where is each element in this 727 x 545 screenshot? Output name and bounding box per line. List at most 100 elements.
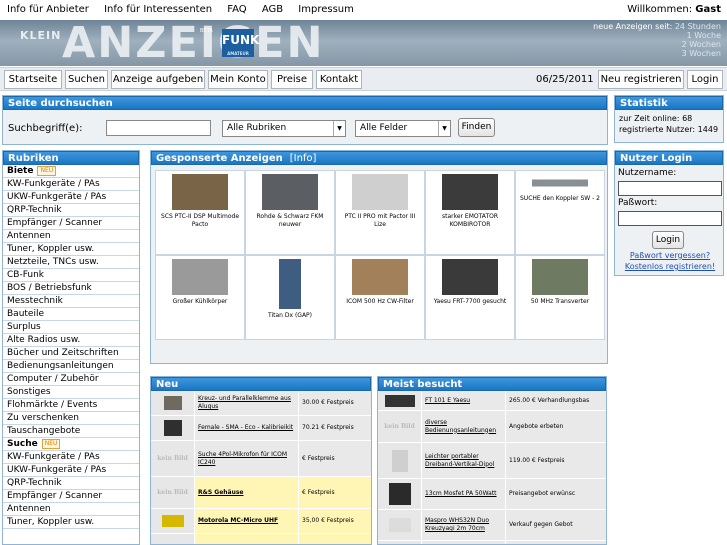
list-item[interactable]: kein BildDiamont X50 (2m/70cm)25,00 € Fe…	[151, 534, 371, 544]
rubrik-item[interactable]: Tuner, Koppler usw.	[3, 516, 139, 529]
ad-photo[interactable]	[172, 259, 228, 295]
ad-caption[interactable]: 50 MHz Transverter	[516, 298, 604, 306]
ad-thumbnail[interactable]	[151, 416, 195, 440]
ad-photo[interactable]	[172, 174, 228, 210]
sponsored-ad[interactable]: SUCHE den Koppler SW - 2	[515, 170, 605, 255]
list-item[interactable]: Motorola MC-Micro UHF 35,00 € Festpreis	[151, 509, 371, 534]
ad-caption[interactable]: PTC II PRO mit Pactor III Lize	[336, 213, 424, 229]
ad-thumbnail[interactable]: kein Bild	[378, 411, 422, 442]
ad-thumbnail[interactable]: kein Bild	[151, 477, 195, 508]
list-item[interactable]: Maspro WHS32N Duo Kreuzyagi 2m 70cm Verka…	[378, 510, 606, 541]
ad-photo[interactable]	[532, 174, 588, 192]
group-suche[interactable]: Suche NEU	[3, 438, 139, 451]
ad-title-link[interactable]: Motorola MC-Micro UHF	[195, 509, 299, 533]
sponsored-ad[interactable]: Titan Dx (GAP)	[245, 255, 335, 340]
ad-caption[interactable]: ICOM 500 Hz CW-Filter	[336, 298, 424, 306]
search-button[interactable]: Finden	[458, 118, 495, 137]
ad-caption[interactable]: SUCHE den Koppler SW - 2	[516, 195, 604, 203]
ad-title-link[interactable]: Female - SMA - Eco - Kalibrieikit	[195, 416, 299, 440]
new-ads-3w[interactable]: 3 Wochen	[593, 49, 721, 58]
rubrik-item[interactable]: Bücher und Zeitschriften	[3, 347, 139, 360]
sponsored-ad[interactable]: PTC II PRO mit Pactor III Lize	[335, 170, 425, 255]
ad-thumbnail[interactable]	[378, 479, 422, 509]
sponsored-ad[interactable]: ICOM 500 Hz CW-Filter	[335, 255, 425, 340]
ad-photo[interactable]	[442, 174, 498, 210]
rubrik-item[interactable]: Bedienungsanleitungen	[3, 360, 139, 373]
ad-thumbnail[interactable]	[378, 541, 422, 544]
sponsored-ad[interactable]: starker EMOTATOR KOMBIROTOR	[425, 170, 515, 255]
link-agb[interactable]: AGB	[262, 4, 283, 15]
rubrik-item[interactable]: KW-Funkgeräte / PAs	[3, 178, 139, 191]
ad-title-link[interactable]: Kreuz- und Parallelklemme aus Alugus	[195, 391, 299, 415]
ad-thumbnail[interactable]	[378, 510, 422, 540]
nav-login[interactable]: Login	[687, 70, 723, 89]
rubrik-item[interactable]: Netzteile, TNCs usw.	[3, 256, 139, 269]
ad-title-link[interactable]: Leichter portabler Dreiband-Vertikal-Dip…	[422, 443, 506, 478]
nav-anzeige-aufgeben[interactable]: Anzeige aufgeben	[111, 70, 205, 89]
rubrik-item[interactable]: Zu verschenken	[3, 412, 139, 425]
rubrik-item[interactable]: Antennen	[3, 503, 139, 516]
rubrik-item[interactable]: QRP-Technik	[3, 477, 139, 490]
rubrik-item[interactable]: Sonstiges	[3, 386, 139, 399]
list-item[interactable]: Female - SMA - Eco - Kalibrieikit 70.21 €…	[151, 416, 371, 441]
logo-anzeigen[interactable]: ANZEIGEN	[62, 20, 324, 66]
ad-title-link[interactable]: Diverse Coaxial Relay-NEU-	[422, 541, 506, 544]
new-ads-2w[interactable]: 2 Wochen	[593, 40, 721, 49]
password-field[interactable]	[618, 211, 722, 226]
rubrik-item[interactable]: Tauschangebote	[3, 425, 139, 438]
rubrik-item[interactable]: Messtechnik	[3, 295, 139, 308]
sponsored-ad[interactable]: SCS PTC-II DSP Multimode Pacto	[155, 170, 245, 255]
ad-caption[interactable]: Großer Kühlkörper	[156, 298, 244, 306]
ad-caption[interactable]: Titan Dx (GAP)	[246, 312, 334, 320]
rubrik-item[interactable]: Antennen	[3, 230, 139, 243]
nav-kontakt[interactable]: Kontakt	[316, 70, 362, 89]
rubrik-item[interactable]: CB-Funk	[3, 269, 139, 282]
ad-thumbnail[interactable]	[378, 443, 422, 478]
list-item[interactable]: Kreuz- und Parallelklemme aus Alugus 30.0…	[151, 391, 371, 416]
nav-suchen[interactable]: Suchen	[65, 70, 108, 89]
forgot-password-link[interactable]: Paßwort vergessen?	[615, 251, 725, 260]
ad-caption[interactable]: Yaesu FRT-7700 gesucht	[426, 298, 514, 306]
rubrik-item[interactable]: UKW-Funkgeräte / PAs	[3, 191, 139, 204]
nav-startseite[interactable]: Startseite	[4, 70, 62, 89]
ad-caption[interactable]: Rohde & Schwarz FKM neuwer	[246, 213, 334, 229]
feld-select[interactable]: Alle Felder ▼	[355, 120, 451, 137]
username-field[interactable]	[618, 181, 722, 196]
login-button[interactable]: Login	[652, 231, 684, 249]
sponsored-ad[interactable]: Rohde & Schwarz FKM neuwer	[245, 170, 335, 255]
ad-title-link[interactable]: diverse Bedienungsanleitungen	[422, 411, 506, 442]
list-item[interactable]: kein Bild Suche 4Pol-Mikrofon für ICOM IC…	[151, 441, 371, 477]
ad-photo[interactable]	[262, 174, 318, 210]
ad-photo[interactable]	[532, 259, 588, 295]
ad-title-link[interactable]: R&S Gehäuse	[195, 477, 299, 508]
new-ads-24h[interactable]: 24 Stunden	[675, 22, 721, 31]
group-biete[interactable]: Biete NEU	[3, 165, 139, 178]
link-info-anbieter[interactable]: Info für Anbieter	[7, 4, 89, 15]
ad-photo[interactable]	[442, 259, 498, 295]
list-item[interactable]: kein Bild R&S Gehäuse € Festpreis	[151, 477, 371, 509]
ad-title-link[interactable]: Suche 4Pol-Mikrofon für ICOM IC240	[195, 441, 299, 476]
sponsored-ad[interactable]: 50 MHz Transverter	[515, 255, 605, 340]
ad-caption[interactable]: starker EMOTATOR KOMBIROTOR	[426, 213, 514, 229]
ad-title-link[interactable]: Diamont X50 (2m/70cm)	[195, 534, 299, 544]
search-input[interactable]	[106, 120, 211, 136]
ad-title-link[interactable]: 13cm Mosfet PA 50Watt	[422, 479, 506, 509]
ad-thumbnail[interactable]: kein Bild	[151, 441, 195, 476]
sponsored-info-link[interactable]: [Info]	[290, 153, 317, 164]
ad-thumbnail[interactable]	[378, 391, 422, 410]
rubrik-item[interactable]: Computer / Zubehör	[3, 373, 139, 386]
list-item[interactable]: FT 101 E Yaesu 265.00 € Verhandlungsbas	[378, 391, 606, 411]
rubrik-item[interactable]: KW-Funkgeräte / PAs	[3, 451, 139, 464]
link-faq[interactable]: FAQ	[227, 4, 246, 15]
rubrik-item[interactable]: Tuner, Koppler usw.	[3, 243, 139, 256]
ad-photo[interactable]	[352, 174, 408, 210]
ad-title-link[interactable]: Maspro WHS32N Duo Kreuzyagi 2m 70cm	[422, 510, 506, 540]
list-item[interactable]: Diverse Coaxial Relay-NEU-€ Festpreis	[378, 541, 606, 544]
nav-mein-konto[interactable]: Mein Konto	[208, 70, 268, 89]
new-ads-1w[interactable]: 1 Woche	[593, 31, 721, 40]
rubrik-item[interactable]: UKW-Funkgeräte / PAs	[3, 464, 139, 477]
list-item[interactable]: Leichter portabler Dreiband-Vertikal-Dip…	[378, 443, 606, 479]
ad-thumbnail[interactable]	[151, 391, 195, 415]
nav-preise[interactable]: Preise	[271, 70, 313, 89]
ad-title-link[interactable]: FT 101 E Yaesu	[422, 391, 506, 410]
